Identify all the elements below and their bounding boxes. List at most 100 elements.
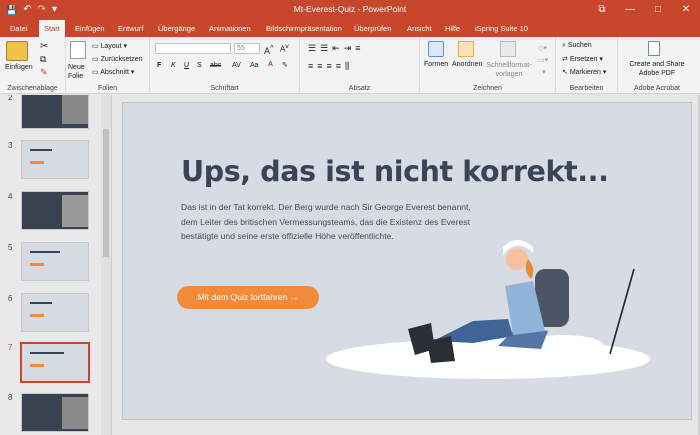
thumb-number: 8 xyxy=(8,393,13,402)
slide-editor: Ups, das ist nicht korrekt... Das ist in… xyxy=(113,95,700,435)
slide-thumbnails-pane: 2 3 4 5 6 7 8 xyxy=(0,95,112,435)
thumb-number: 2 xyxy=(8,95,13,102)
copy-icon[interactable]: ⧉ xyxy=(40,54,46,65)
thumb-button xyxy=(30,263,44,266)
slide-thumbnail[interactable] xyxy=(21,191,89,230)
ski-pole xyxy=(609,268,635,355)
grow-font-icon[interactable]: A^ xyxy=(264,43,274,56)
ribbon-tabs: Datei Start Einfügen Entwurf Übergänge A… xyxy=(0,20,700,37)
slide-thumbnail[interactable] xyxy=(21,393,89,432)
slide-thumbnail-active[interactable] xyxy=(20,342,90,383)
slide-thumbnail[interactable] xyxy=(21,95,89,129)
new-slide-button[interactable]: Neue Folie xyxy=(68,63,90,81)
thumbnails-scrollbar[interactable] xyxy=(101,95,111,435)
replace-icon: ⇄ xyxy=(562,56,570,63)
tab-ueberpruefen[interactable]: Überprüfen xyxy=(349,20,397,37)
thumb-number: 5 xyxy=(8,243,13,252)
font-size-input[interactable]: 55 xyxy=(234,43,260,54)
adobe-pdf-icon[interactable] xyxy=(648,41,660,56)
section-button[interactable]: ▭ Abschnitt ▾ xyxy=(92,68,134,76)
thumb-number: 7 xyxy=(8,343,13,352)
group-label-font: Schriftart xyxy=(210,85,239,92)
tab-entwurf[interactable]: Entwurf xyxy=(113,20,148,37)
reset-icon: ▭ xyxy=(92,56,101,63)
change-case-icon[interactable]: Aa xyxy=(250,62,259,69)
shapes-button[interactable]: Formen xyxy=(424,61,448,68)
thumb-button xyxy=(30,364,44,367)
tab-hilfe[interactable]: Hilfe xyxy=(440,20,465,37)
align-buttons-icon[interactable]: ≡≡≡≡⫼ xyxy=(308,61,353,72)
create-share-pdf-button[interactable]: Create and Share Adobe PDF xyxy=(620,60,694,78)
shapes-icon[interactable] xyxy=(428,41,444,57)
select-button[interactable]: ↖ Markieren ▾ xyxy=(562,68,606,76)
group-label-paragraph: Absatz xyxy=(348,85,371,92)
thumb-title-line xyxy=(30,302,52,304)
thumb-number: 3 xyxy=(8,141,13,150)
thumb-title-line xyxy=(30,149,52,151)
acrobat-group: Create and Share Adobe PDF Adobe Acrobat xyxy=(618,37,696,94)
thumb-photo xyxy=(62,95,88,124)
slides-group: Neue Folie ▭ Layout ▾ ▭ Zurücksetzen ▭ A… xyxy=(66,37,150,94)
hair xyxy=(525,259,534,279)
current-slide[interactable]: Ups, das ist nicht korrekt... Das ist in… xyxy=(122,102,692,420)
tab-einfuegen[interactable]: Einfügen xyxy=(70,20,110,37)
italic-button[interactable]: K xyxy=(171,62,176,69)
reset-button[interactable]: ▭ Zurücksetzen xyxy=(92,55,143,63)
paste-icon[interactable] xyxy=(6,41,28,61)
format-painter-icon[interactable]: ✎ xyxy=(40,67,48,78)
list-buttons-icon[interactable]: ☰☰⇤⇥≡ xyxy=(308,43,364,54)
new-slide-icon[interactable] xyxy=(70,41,86,59)
select-icon: ↖ xyxy=(562,69,570,76)
group-label-clipboard: Zwischenablage xyxy=(7,85,58,92)
font-family-input[interactable] xyxy=(155,43,231,54)
thumb-button xyxy=(30,161,44,164)
replace-button[interactable]: ⇄ Ersetzen ▾ xyxy=(562,55,603,63)
tab-bildschirmpraesentation[interactable]: Bildschirmpräsentation xyxy=(261,20,347,37)
quick-styles-icon[interactable] xyxy=(500,41,516,57)
layout-button[interactable]: ▭ Layout ▾ xyxy=(92,42,127,50)
ribbon-display-icon[interactable]: ⧉ xyxy=(588,0,616,20)
highlight-icon[interactable]: ✎ xyxy=(282,61,288,69)
tab-datei[interactable]: Datei xyxy=(5,20,33,37)
arrange-icon[interactable] xyxy=(458,41,474,57)
shrink-font-icon[interactable]: Av xyxy=(280,43,289,54)
minimize-button[interactable]: — xyxy=(616,0,644,20)
bold-button[interactable]: F xyxy=(157,62,161,69)
continue-quiz-button[interactable]: Mit dem Quiz fortfahren → xyxy=(177,286,319,309)
editing-group: ⌕ Suchen ⇄ Ersetzen ▾ ↖ Markieren ▾ Bear… xyxy=(556,37,618,94)
slide-thumbnail[interactable] xyxy=(21,242,89,281)
thumb-title-line xyxy=(30,251,60,253)
maximize-button[interactable]: □ xyxy=(644,0,672,20)
quick-styles-button[interactable]: Schnellformat-vorlagen xyxy=(486,61,532,79)
tab-ansicht[interactable]: Ansicht xyxy=(402,20,437,37)
paste-button[interactable]: Einfügen xyxy=(5,64,33,71)
drawing-group: Formen Anordnen Schnellformat-vorlagen ◇… xyxy=(420,37,556,94)
tab-animationen[interactable]: Animationen xyxy=(204,20,256,37)
font-color-icon[interactable]: A xyxy=(268,61,273,68)
scrollbar-thumb[interactable] xyxy=(103,129,109,257)
slide-thumbnail[interactable] xyxy=(21,293,89,332)
thumb-title-line xyxy=(30,352,64,354)
group-label-drawing: Zeichnen xyxy=(473,85,502,92)
layout-icon: ▭ xyxy=(92,43,101,50)
strikethrough-button[interactable]: abc xyxy=(210,62,221,69)
tab-uebergaenge[interactable]: Übergänge xyxy=(153,20,200,37)
cut-icon[interactable]: ✂ xyxy=(40,41,48,52)
char-spacing-icon[interactable]: AV xyxy=(232,62,241,69)
tab-start[interactable]: Start xyxy=(39,20,65,37)
arrange-button[interactable]: Anordnen xyxy=(452,61,482,68)
find-button[interactable]: ⌕ Suchen xyxy=(562,42,592,50)
paragraph-group: ☰☰⇤⇥≡ ≡≡≡≡⫼ Absatz xyxy=(300,37,420,94)
tab-ispring[interactable]: iSpring Suite 10 xyxy=(470,20,533,37)
close-button[interactable]: ✕ xyxy=(672,0,700,20)
slide-thumbnail[interactable] xyxy=(21,140,89,179)
shadow-button[interactable]: S xyxy=(197,62,202,69)
shape-format-icons[interactable]: ◇▾ ▭▾ ◌▾ xyxy=(538,43,548,79)
group-label-editing: Bearbeiten xyxy=(569,85,604,92)
thumb-number: 4 xyxy=(8,192,13,201)
slide-headline[interactable]: Ups, das ist nicht korrekt... xyxy=(181,155,609,188)
underline-button[interactable]: U xyxy=(184,62,189,69)
group-label-acrobat: Adobe Acrobat xyxy=(634,85,680,92)
group-label-slides: Folien xyxy=(97,85,118,92)
section-icon: ▭ xyxy=(92,69,101,76)
